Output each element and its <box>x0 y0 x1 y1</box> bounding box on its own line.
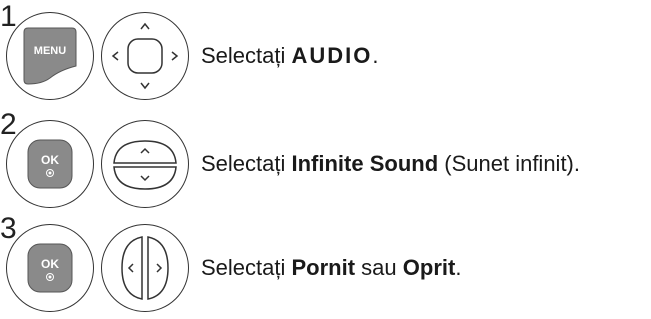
nav-ring[interactable] <box>101 120 189 208</box>
option-off: Oprit <box>402 255 456 280</box>
step-2: 2 OK Selectați Infinite Sound (Sunet inf… <box>0 110 651 214</box>
step-number: 2 <box>0 108 17 141</box>
option-on: Pornit <box>291 255 356 280</box>
ok-button[interactable]: OK <box>20 134 80 194</box>
up-down-arrows-icon[interactable] <box>104 123 186 205</box>
menu-item-audio: AUDIO <box>291 43 373 68</box>
nav-ring[interactable] <box>101 224 189 312</box>
ok-button-ring[interactable]: OK <box>6 224 94 312</box>
menu-item-infinite-sound: Infinite Sound <box>291 151 439 176</box>
step-3-instruction: Selectați Pornit sau Oprit. <box>201 255 462 280</box>
step-1-instruction: Selectați AUDIO. <box>201 43 379 68</box>
four-way-arrows-icon[interactable] <box>104 15 186 97</box>
left-right-arrows-icon[interactable] <box>104 227 186 309</box>
ok-button-label: OK <box>41 153 59 167</box>
ok-button-label: OK <box>41 257 59 271</box>
ok-button[interactable]: OK <box>20 238 80 298</box>
menu-button[interactable]: MENU <box>20 26 80 86</box>
step-1: 1 MENU Selectați AUDIO. <box>0 2 651 106</box>
menu-button-ring[interactable]: MENU <box>6 12 94 100</box>
step-3: 3 OK Selectați Pornit sau Oprit. <box>0 214 651 318</box>
step-2-instruction: Selectați Infinite Sound (Sunet infinit)… <box>201 151 580 176</box>
ok-button-ring[interactable]: OK <box>6 120 94 208</box>
menu-button-label: MENU <box>34 45 66 57</box>
nav-ring[interactable] <box>101 12 189 100</box>
step-number: 1 <box>0 0 17 33</box>
step-number: 3 <box>0 212 17 245</box>
